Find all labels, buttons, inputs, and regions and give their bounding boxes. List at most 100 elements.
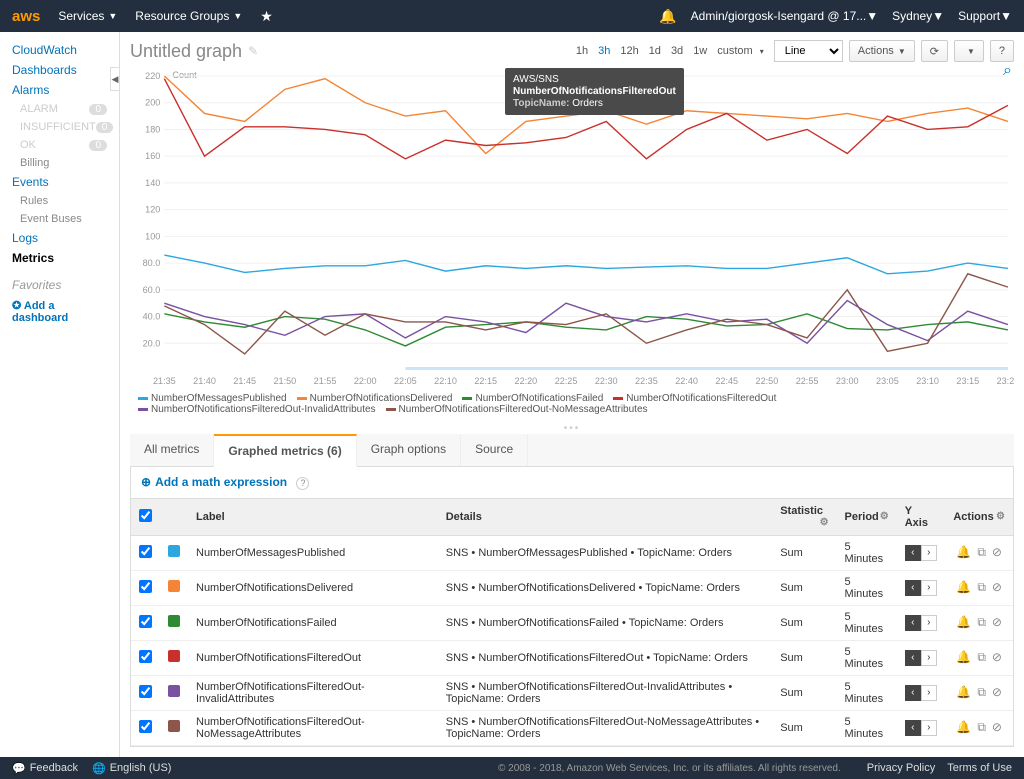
row-checkbox[interactable] [139,615,152,628]
color-swatch[interactable] [168,720,180,732]
cell-period[interactable]: 5 Minutes [837,570,897,605]
add-dashboard-link[interactable]: ✪ Add a dashboard [0,295,119,328]
edit-title-icon[interactable]: ✎ [248,44,258,58]
account-menu[interactable]: Admin/giorgosk-Isengard @ 17...▼ [691,9,879,23]
legend-item[interactable]: NumberOfMessagesPublished [138,393,287,404]
cell-period[interactable]: 5 Minutes [837,605,897,640]
region-menu[interactable]: Sydney▼ [892,9,944,23]
duplicate-icon[interactable]: ⧉ [977,685,986,699]
time-range-3d[interactable]: 3d [671,45,683,57]
sidebar-item-insufficient[interactable]: INSUFFICIENT0 [0,118,119,136]
legend-item[interactable]: NumberOfNotificationsFailed [462,393,603,404]
resize-handle[interactable]: ••• [130,423,1014,434]
chart-type-select[interactable]: Line [774,40,843,62]
sidebar-item-rules[interactable]: Rules [0,192,119,210]
yaxis-right[interactable]: › [921,580,937,596]
yaxis-left[interactable]: ‹ [905,720,921,736]
row-checkbox[interactable] [139,580,152,593]
color-swatch[interactable] [168,650,180,662]
tab-all-metrics[interactable]: All metrics [130,434,214,466]
alarm-icon[interactable]: 🔔 [956,615,971,629]
pin-icon[interactable]: ★ [260,8,273,25]
cell-period[interactable]: 5 Minutes [837,640,897,675]
bell-icon[interactable]: 🔔 [659,8,676,25]
remove-icon[interactable]: ⊘ [992,580,1002,594]
sidebar-item-ok[interactable]: OK0 [0,136,119,154]
cell-period[interactable]: 5 Minutes [837,675,897,710]
color-swatch[interactable] [168,615,180,627]
yaxis-right[interactable]: › [921,545,937,561]
support-menu[interactable]: Support▼ [958,9,1012,23]
yaxis-left[interactable]: ‹ [905,650,921,666]
services-menu[interactable]: Services▼ [58,9,117,23]
time-range-custom[interactable]: custom [717,45,752,57]
tab-graphed-metrics[interactable]: Graphed metrics (6) [214,434,356,467]
select-all-checkbox[interactable] [139,509,152,522]
sidebar-item-alarms[interactable]: Alarms [0,80,119,100]
legend-item[interactable]: NumberOfNotificationsDelivered [297,393,453,404]
cell-period[interactable]: 5 Minutes [837,710,897,745]
alarm-icon[interactable]: 🔔 [956,720,971,734]
time-range-12h[interactable]: 12h [620,45,638,57]
duplicate-icon[interactable]: ⧉ [977,650,986,664]
table-row[interactable]: NumberOfMessagesPublishedSNS • NumberOfM… [131,535,1013,570]
col-label[interactable]: Label [188,498,438,535]
time-range-1d[interactable]: 1d [649,45,661,57]
yaxis-right[interactable]: › [921,650,937,666]
yaxis-left[interactable]: ‹ [905,685,921,701]
time-range-1w[interactable]: 1w [693,45,707,57]
cell-statistic[interactable]: Sum [772,605,836,640]
collapse-sidebar-icon[interactable]: ◀ [110,67,120,91]
table-row[interactable]: NumberOfNotificationsFilteredOutSNS • Nu… [131,640,1013,675]
alarm-icon[interactable]: 🔔 [956,545,971,559]
cell-statistic[interactable]: Sum [772,535,836,570]
yaxis-right[interactable]: › [921,720,937,736]
sidebar-item-billing[interactable]: Billing [0,154,119,172]
color-swatch[interactable] [168,580,180,592]
yaxis-right[interactable]: › [921,615,937,631]
cell-period[interactable]: 5 Minutes [837,535,897,570]
sidebar-item-logs[interactable]: Logs [0,228,119,248]
col-actions[interactable]: Actions⚙ [945,498,1013,535]
duplicate-icon[interactable]: ⧉ [977,615,986,629]
col-details[interactable]: Details [438,498,772,535]
add-math-expression[interactable]: ⊕Add a math expression ? [131,467,1013,498]
alarm-icon[interactable]: 🔔 [956,685,971,699]
actions-button[interactable]: Actions▼ [849,40,915,62]
legend-item[interactable]: NumberOfNotificationsFilteredOut-NoMessa… [386,404,648,415]
row-checkbox[interactable] [139,650,152,663]
row-checkbox[interactable] [139,685,152,698]
legend-item[interactable]: NumberOfNotificationsFilteredOut [613,393,776,404]
yaxis-left[interactable]: ‹ [905,615,921,631]
help-icon[interactable]: ? [296,477,309,490]
cell-statistic[interactable]: Sum [772,675,836,710]
remove-icon[interactable]: ⊘ [992,545,1002,559]
remove-icon[interactable]: ⊘ [992,720,1002,734]
table-row[interactable]: NumberOfNotificationsDeliveredSNS • Numb… [131,570,1013,605]
line-chart[interactable]: Count20.040.060.080.01001201401601802002… [130,68,1014,388]
resource-groups-menu[interactable]: Resource Groups▼ [135,9,242,23]
yaxis-right[interactable]: › [921,685,937,701]
refresh-button[interactable]: ⟳ [921,40,948,62]
sidebar-item-events[interactable]: Events [0,172,119,192]
privacy-link[interactable]: Privacy Policy [867,762,935,774]
gear-icon[interactable]: ⚙ [996,511,1005,522]
cell-statistic[interactable]: Sum [772,710,836,745]
yaxis-left[interactable]: ‹ [905,545,921,561]
aws-logo[interactable]: aws [12,8,40,25]
remove-icon[interactable]: ⊘ [992,650,1002,664]
remove-icon[interactable]: ⊘ [992,615,1002,629]
sidebar-item-alarm[interactable]: ALARM0 [0,100,119,118]
cell-statistic[interactable]: Sum [772,570,836,605]
table-row[interactable]: NumberOfNotificationsFilteredOut-NoMessa… [131,710,1013,745]
table-row[interactable]: NumberOfNotificationsFilteredOut-Invalid… [131,675,1013,710]
col-period[interactable]: Period⚙ [837,498,897,535]
color-swatch[interactable] [168,545,180,557]
duplicate-icon[interactable]: ⧉ [977,545,986,559]
table-row[interactable]: NumberOfNotificationsFailedSNS • NumberO… [131,605,1013,640]
row-checkbox[interactable] [139,720,152,733]
sidebar-item-cloudwatch[interactable]: CloudWatch [0,40,119,60]
sidebar-item-metrics[interactable]: Metrics [0,248,119,268]
cell-statistic[interactable]: Sum [772,640,836,675]
row-checkbox[interactable] [139,545,152,558]
